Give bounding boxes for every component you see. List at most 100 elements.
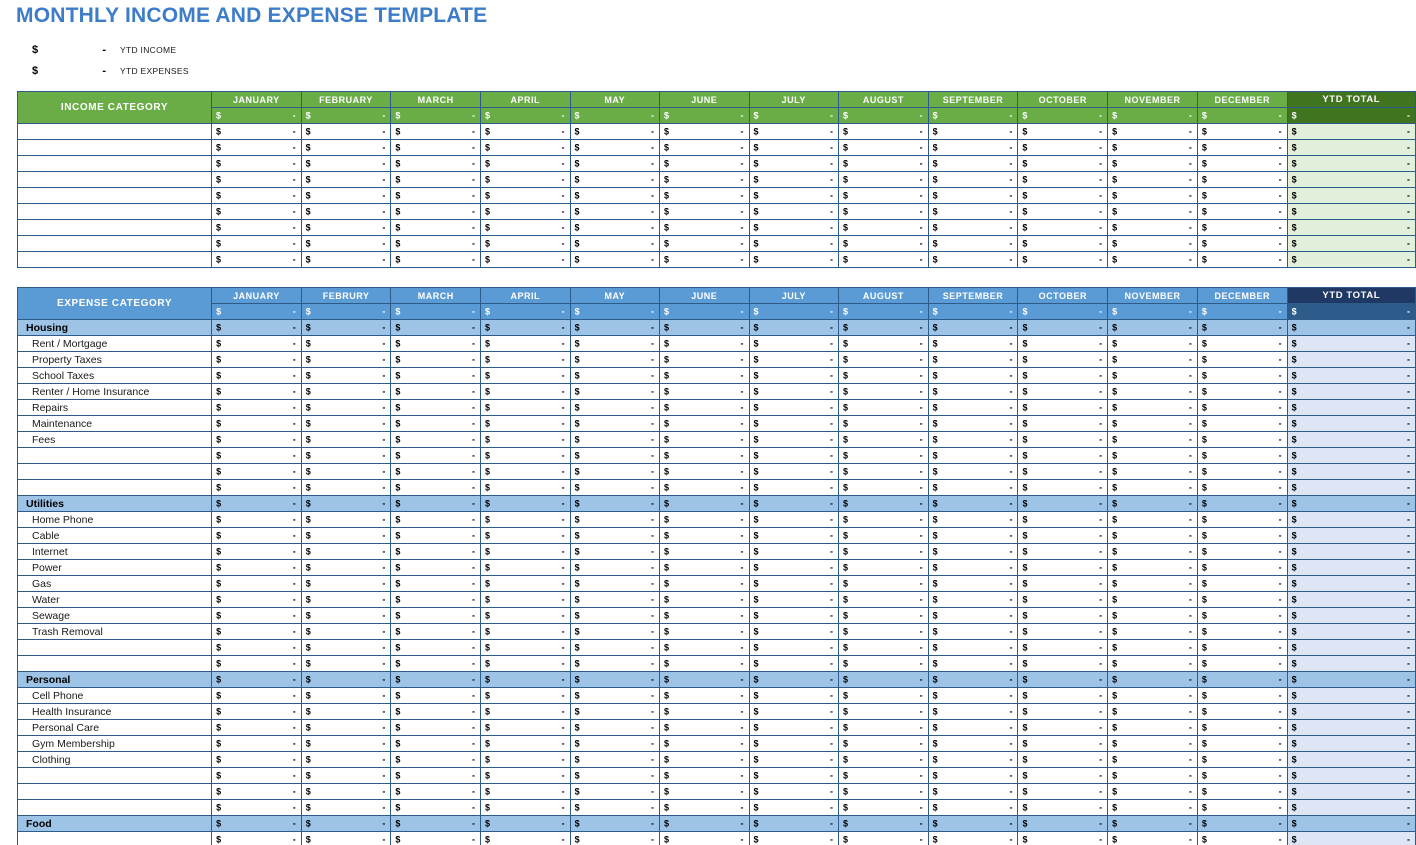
cell-august[interactable]: $ - (838, 639, 929, 656)
cell-march[interactable]: $ - (390, 751, 482, 768)
cell-ytd-total[interactable]: $ - (1286, 495, 1416, 512)
cell-june[interactable]: $ - (659, 203, 750, 220)
cell-ytd-total[interactable]: $ - (1286, 639, 1416, 656)
cell-december[interactable]: $ - (1196, 479, 1288, 496)
cell-august[interactable]: $ - (838, 383, 929, 400)
cell-april[interactable]: $ - (480, 415, 571, 432)
table-row[interactable]: Gas $ - $ - $ - $ - $ - $ - $ - $ - $ - $ - $ - $ - $ - (16, 575, 1416, 592)
cell-februry[interactable]: $ - (300, 383, 392, 400)
cell-march[interactable]: $ - (390, 171, 481, 188)
table-row[interactable]: Property Taxes $ - $ - $ - $ - $ - $ - $ - $ - $ - $ - $ - $ - $ - (16, 351, 1416, 368)
cell-january[interactable]: $ - (211, 335, 302, 352)
cell-april[interactable]: $ - (480, 607, 571, 624)
cell-februry[interactable]: $ - (300, 319, 392, 336)
cell-december[interactable]: $ - (1196, 735, 1288, 752)
cell-january[interactable]: $ - (211, 607, 302, 624)
cell-august[interactable]: $ - (838, 319, 929, 336)
category-label[interactable]: Renter / Home Insurance (16, 383, 213, 400)
cell-october[interactable]: $ - (1017, 463, 1109, 480)
cell-june[interactable]: $ - (659, 511, 750, 528)
cell-may[interactable]: $ - (569, 319, 661, 336)
cell-october[interactable]: $ - (1017, 319, 1109, 336)
cell-march[interactable]: $ - (390, 703, 482, 720)
category-label[interactable] (17, 155, 212, 172)
cell-july[interactable]: $ - (748, 415, 840, 432)
cell-november[interactable]: $ - (1107, 735, 1198, 752)
cell-june[interactable]: $ - (659, 399, 750, 416)
table-row[interactable]: Cable $ - $ - $ - $ - $ - $ - $ - $ - $ - $ - $ - $ - $ - (16, 527, 1416, 544)
cell-october[interactable]: $ - (1017, 251, 1109, 268)
cell-september[interactable]: $ - (927, 235, 1019, 252)
cell-december[interactable]: $ - (1196, 335, 1288, 352)
cell-may[interactable]: $ - (569, 767, 661, 784)
cell-november[interactable]: $ - (1107, 687, 1198, 704)
cell-october[interactable]: $ - (1017, 703, 1109, 720)
cell-september[interactable]: $ - (927, 335, 1019, 352)
cell-january[interactable]: $ - (211, 543, 302, 560)
cell-december[interactable]: $ - (1196, 399, 1288, 416)
cell-november[interactable]: $ - (1107, 623, 1198, 640)
category-label[interactable] (16, 767, 213, 784)
cell-november[interactable]: $ - (1107, 235, 1198, 252)
cell-may[interactable]: $ - (569, 415, 661, 432)
cell-may[interactable]: $ - (569, 815, 661, 832)
cell-august[interactable]: $ - (838, 367, 929, 384)
cell-august[interactable]: $ - (838, 607, 929, 624)
table-section-row[interactable]: Utilities $ - $ - $ - $ - $ - $ - $ - $ - $ - $ - $ - $ - $ - (16, 495, 1416, 512)
cell-may[interactable]: $ - (569, 123, 661, 140)
table-row[interactable]: Repairs $ - $ - $ - $ - $ - $ - $ - $ - $ - $ - $ - $ - $ - (16, 399, 1416, 416)
table-row[interactable]: $ - $ - $ - $ - $ - $ - $ - $ - $ - $ - $ - $ - $ - (16, 783, 1416, 800)
cell-september[interactable]: $ - (927, 511, 1019, 528)
cell-june[interactable]: $ - (659, 251, 750, 268)
cell-january[interactable]: $ - (211, 783, 302, 800)
cell-june[interactable]: $ - (659, 719, 750, 736)
cell-ytd-total[interactable]: $ - (1286, 447, 1416, 464)
category-label[interactable] (16, 639, 213, 656)
cell-may[interactable]: $ - (569, 655, 661, 672)
cell-may[interactable]: $ - (569, 719, 661, 736)
cell-april[interactable]: $ - (480, 543, 571, 560)
cell-july[interactable]: $ - (748, 735, 840, 752)
cell-august[interactable]: $ - (838, 431, 929, 448)
section-label[interactable]: Housing (16, 319, 213, 336)
cell-may[interactable]: $ - (569, 367, 661, 384)
cell-july[interactable]: $ - (748, 367, 840, 384)
cell-july[interactable]: $ - (748, 463, 840, 480)
cell-march[interactable]: $ - (390, 219, 481, 236)
cell-june[interactable]: $ - (659, 639, 750, 656)
cell-may[interactable]: $ - (569, 463, 661, 480)
cell-november[interactable]: $ - (1107, 187, 1198, 204)
cell-februry[interactable]: $ - (300, 831, 392, 845)
cell-august[interactable]: $ - (838, 219, 929, 236)
cell-august[interactable]: $ - (838, 351, 929, 368)
cell-august[interactable]: $ - (838, 203, 929, 220)
cell-ytd-total[interactable]: $ - (1286, 235, 1416, 252)
cell-februry[interactable]: $ - (300, 447, 392, 464)
cell-march[interactable]: $ - (390, 767, 482, 784)
cell-december[interactable]: $ - (1196, 367, 1288, 384)
cell-ytd-total[interactable]: $ - (1286, 123, 1416, 140)
cell-may[interactable]: $ - (569, 235, 661, 252)
category-label[interactable]: Personal Care (16, 719, 213, 736)
cell-march[interactable]: $ - (390, 511, 482, 528)
cell-january[interactable]: $ - (210, 123, 302, 140)
cell-october[interactable]: $ - (1017, 415, 1109, 432)
cell-may[interactable]: $ - (569, 511, 661, 528)
cell-november[interactable]: $ - (1107, 767, 1198, 784)
cell-august[interactable]: $ - (838, 415, 929, 432)
cell-august[interactable]: $ - (838, 559, 929, 576)
cell-ytd-total[interactable]: $ - (1286, 187, 1416, 204)
cell-ytd-total[interactable]: $ - (1286, 367, 1416, 384)
cell-august[interactable]: $ - (838, 703, 929, 720)
cell-october[interactable]: $ - (1017, 687, 1109, 704)
cell-december[interactable]: $ - (1196, 463, 1288, 480)
cell-ytd-total[interactable]: $ - (1286, 607, 1416, 624)
cell-februry[interactable]: $ - (300, 623, 392, 640)
cell-january[interactable]: $ - (211, 479, 302, 496)
cell-june[interactable]: $ - (659, 319, 750, 336)
cell-may[interactable]: $ - (569, 607, 661, 624)
cell-january[interactable]: $ - (211, 735, 302, 752)
cell-august[interactable]: $ - (838, 623, 929, 640)
cell-march[interactable]: $ - (390, 431, 482, 448)
cell-july[interactable]: $ - (748, 543, 840, 560)
